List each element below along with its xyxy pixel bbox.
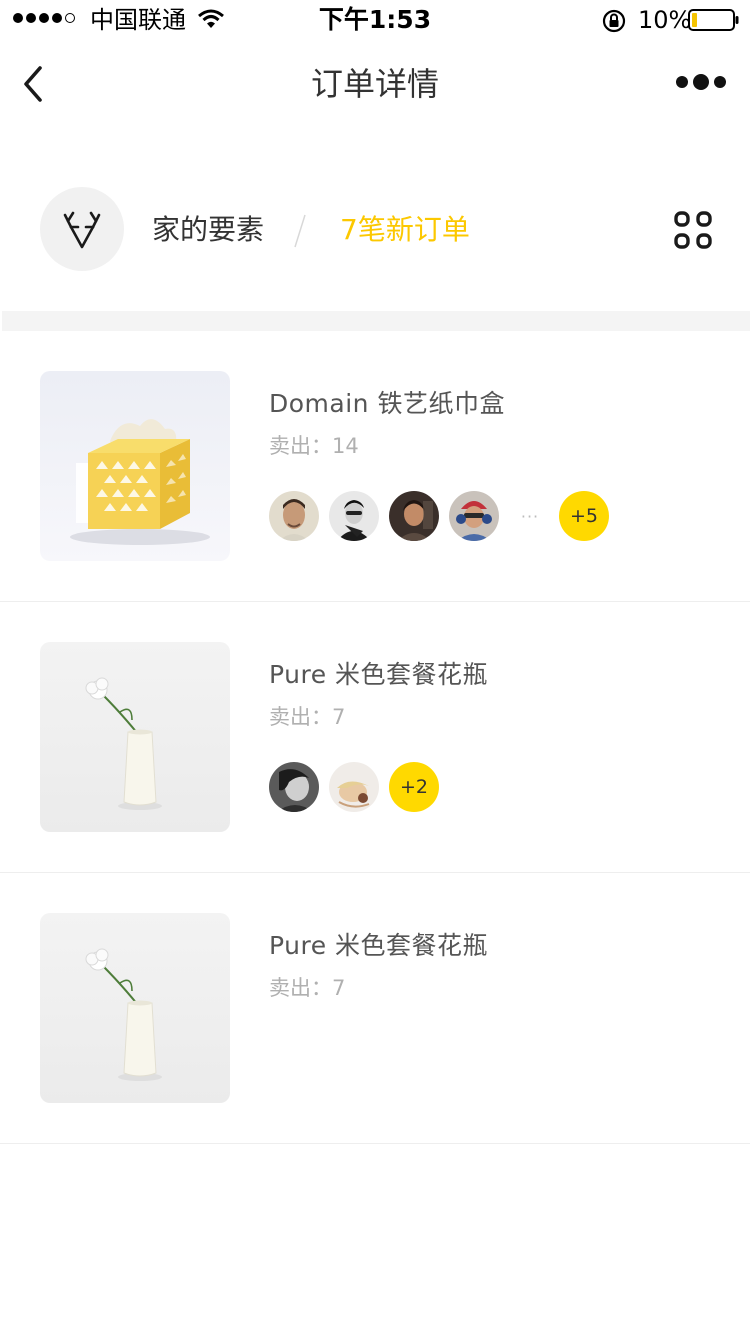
- divider: [294, 214, 306, 248]
- avatar[interactable]: [449, 491, 499, 541]
- more-icon[interactable]: [676, 74, 726, 90]
- product-row[interactable]: Pure 米色套餐花瓶 卖出：7 +2: [0, 602, 750, 873]
- deer-logo-icon: [63, 211, 101, 249]
- shop-logo[interactable]: [40, 187, 124, 271]
- product-row[interactable]: Domain 铁艺纸巾盒 卖出：14 ··· +5: [0, 331, 750, 602]
- status-bar: 中国联通 下午1:53 10%: [0, 0, 750, 40]
- buyer-avatars: ··· +5: [269, 491, 609, 541]
- page-title: 订单详情: [310, 65, 439, 103]
- grid-icon[interactable]: [674, 211, 712, 249]
- more-buyers-badge[interactable]: +5: [559, 491, 609, 541]
- product-image-vase[interactable]: [40, 913, 230, 1103]
- navigation-bar: 订单详情: [0, 40, 750, 128]
- shop-name[interactable]: 家的要素: [152, 212, 264, 248]
- battery-percentage: 10%: [638, 6, 692, 34]
- product-title[interactable]: Domain 铁艺纸巾盒: [269, 387, 505, 421]
- buyer-avatars: +2: [269, 762, 439, 812]
- product-list: Domain 铁艺纸巾盒 卖出：14 ··· +5 Pure 米色套餐花瓶 卖出…: [0, 331, 750, 1144]
- product-sold-count: 卖出：14: [269, 434, 359, 458]
- product-sold-count: 卖出：7: [269, 976, 346, 1000]
- lock-rotation-icon: [602, 9, 626, 33]
- more-buyers-ellipsis: ···: [520, 506, 540, 526]
- product-title[interactable]: Pure 米色套餐花瓶: [269, 658, 488, 692]
- battery-icon: [688, 9, 739, 31]
- more-buyers-badge[interactable]: +2: [389, 762, 439, 812]
- avatar[interactable]: [269, 762, 319, 812]
- product-row[interactable]: Pure 米色套餐花瓶 卖出：7: [0, 873, 750, 1144]
- new-orders-count[interactable]: 7笔新订单: [340, 212, 470, 248]
- avatar[interactable]: [389, 491, 439, 541]
- shop-header: 家的要素 7笔新订单: [0, 180, 750, 280]
- avatar[interactable]: [329, 491, 379, 541]
- avatar[interactable]: [329, 762, 379, 812]
- product-image-tissue-box[interactable]: [40, 371, 230, 561]
- section-separator: [2, 311, 750, 331]
- product-sold-count: 卖出：7: [269, 705, 346, 729]
- avatar[interactable]: [269, 491, 319, 541]
- product-image-vase[interactable]: [40, 642, 230, 832]
- product-title[interactable]: Pure 米色套餐花瓶: [269, 929, 488, 963]
